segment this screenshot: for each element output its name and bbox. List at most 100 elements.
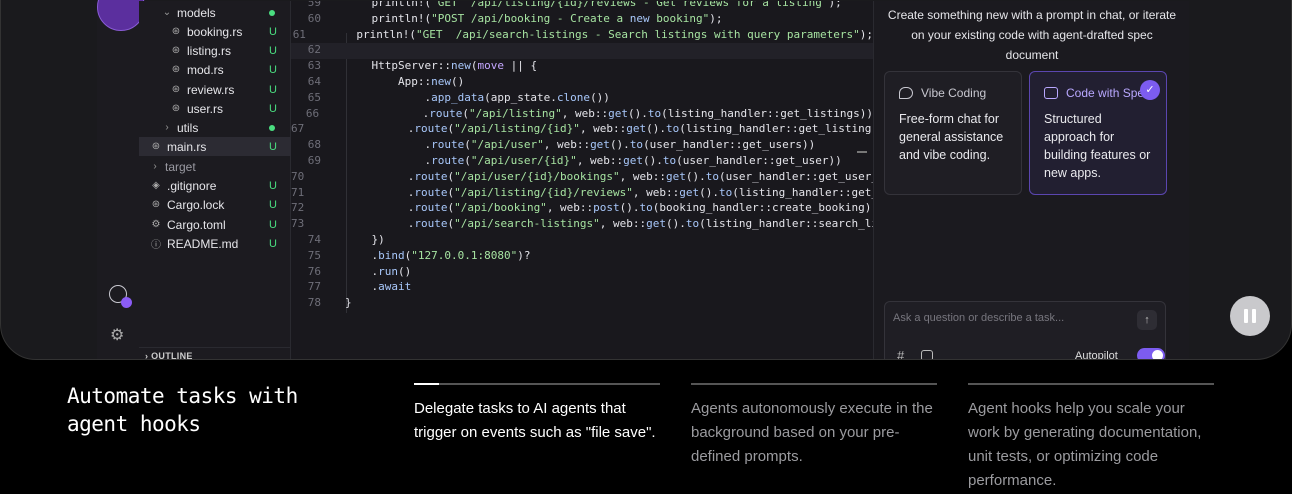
outline-section-header[interactable]: › OUTLINE [139,347,291,360]
pause-icon [1244,309,1248,323]
code-line[interactable]: 70 .route("/api/user/{id}/bookings", web… [291,170,873,186]
hash-context-icon[interactable]: # [897,348,904,359]
explorer-item[interactable]: ⊛ Cargo.lock U [139,195,291,214]
explorer-item[interactable]: ◈ .gitignore U [139,176,291,195]
line-number: 63 [307,59,321,73]
send-arrow-icon[interactable]: ↑ [1137,310,1157,330]
explorer-item[interactable]: ⊛ listing.rs U [139,41,291,60]
app-logo-icon [97,0,145,31]
image-attach-icon[interactable] [921,350,933,359]
code-line[interactable]: 77 .await [291,280,873,296]
explorer-item[interactable]: ⊛ user.rs U [139,99,291,118]
file-explorer: ⌄ models ⊛ booking.rs U ⊛ listing.rs U ⊛ mod.rs U ⊛… [139,1,291,360]
explorer-item-label: user.rs [187,101,224,116]
line-number: 78 [307,296,321,310]
line-number: 77 [307,280,321,294]
section-headline: Automate tasks with agent hooks [67,384,298,436]
chat-input[interactable] [893,310,1133,326]
code-line[interactable]: 62 [291,43,873,60]
explorer-item-label: Cargo.toml [167,217,226,232]
line-number: 68 [307,138,321,152]
explorer-item[interactable]: › utils [139,118,291,137]
git-status-badge: U [269,44,277,57]
code-text: .route("/api/user/{id}", web::get().to(u… [345,154,842,167]
pause-button[interactable] [1230,296,1270,336]
ide-window: ⚙ ⌄ models ⊛ booking.rs U ⊛ listing.rs U ⊛ mod.rs… [0,0,1292,360]
autopilot-label: Autopilot [1075,350,1118,360]
code-line[interactable]: 75 .bind("127.0.0.1:8080")? [291,249,873,265]
code-line[interactable]: 68 .route("/api/user", web::get().to(use… [291,138,873,154]
account-icon[interactable] [109,285,132,308]
feature-progress [414,383,660,385]
chevron-right-icon: › [153,161,157,172]
explorer-item-label: mod.rs [187,62,224,77]
feature-text: Agent hooks help you scale your work by … [968,400,1202,489]
code-line[interactable]: 76 .run() [291,265,873,281]
explorer-item[interactable]: ⊛ review.rs U [139,80,291,99]
git-status-badge [269,124,275,131]
explorer-item-label: booking.rs [187,24,243,39]
git-status-badge: U [269,83,277,96]
explorer-item[interactable]: ⊛ mod.rs U [139,60,291,79]
code-line[interactable]: 63 HttpServer::new(move || { [291,59,873,75]
code-line[interactable]: 74 }) [291,233,873,249]
outline-label: OUTLINE [151,351,193,360]
explorer-item[interactable]: ⓘ README.md U [139,234,291,253]
explorer-item-label: review.rs [187,82,235,97]
code-line[interactable]: 59 println!("GET /api/listing/{id}/revie… [291,1,873,12]
code-text: println!("GET /api/search-listings - Sea… [329,27,873,41]
line-number: 70 [291,169,305,183]
chat-panel: Create something new with a prompt in ch… [873,1,1189,360]
line-number: 61 [292,27,306,41]
git-status-badge: U [269,237,277,250]
line-number: 67 [291,122,305,136]
line-number: 62 [307,43,321,57]
explorer-item[interactable]: ⊛ main.rs U [139,137,291,156]
code-line[interactable]: 60 println!("POST /api/booking - Create … [291,12,873,28]
file-icon: ⓘ [151,240,161,251]
card-title: Code with Spec [1066,86,1151,100]
code-line[interactable]: 61 println!("GET /api/search-listings - … [291,28,873,44]
explorer-item-label: .gitignore [167,178,217,193]
code-line[interactable]: 71 .route("/api/listing/{id}/reviews", w… [291,186,873,202]
git-status-badge: U [269,25,277,38]
code-text: .route("/api/user/{id}/bookings", web::g… [328,169,873,183]
explorer-item-label: target [165,159,196,174]
explorer-item[interactable]: ⚙ Cargo.toml U [139,215,291,234]
explorer-item[interactable]: › target [139,157,291,176]
code-line[interactable]: 66 .route("/api/listing", web::get().to(… [291,107,873,123]
code-text: }) [345,233,385,246]
feature-item-3[interactable]: Agent hooks help you scale your work by … [968,383,1214,493]
code-text: App::new() [345,75,465,88]
explorer-item[interactable]: ⌄ models [139,3,291,22]
line-number: 73 [291,217,305,231]
card-description: Free-form chat for general assistance an… [899,112,1004,162]
code-line[interactable]: 69 .route("/api/user/{id}", web::get().t… [291,154,873,170]
code-editor[interactable]: 59 println!("GET /api/listing/{id}/revie… [291,1,873,359]
git-status-badge: U [269,63,277,76]
feature-item-2[interactable]: Agents autonomously execute in the backg… [691,383,937,469]
autopilot-toggle[interactable] [1137,348,1165,359]
explorer-item[interactable]: ⊛ booking.rs U [139,22,291,41]
git-status-badge: U [269,179,277,192]
file-icon: ⊛ [171,26,181,37]
chevron-right-icon: › [165,122,169,133]
explorer-item-label: main.rs [167,139,207,154]
code-line[interactable]: 64 App::new() [291,75,873,91]
feature-item-1[interactable]: Delegate tasks to AI agents that trigger… [414,383,660,445]
code-line[interactable]: 67 .route("/api/listing/{id}", web::get(… [291,122,873,138]
gear-icon[interactable]: ⚙ [110,325,124,345]
explorer-item-label: listing.rs [187,43,232,58]
code-line[interactable]: 72 .route("/api/booking", web::post().to… [291,201,873,217]
code-line[interactable]: 78} [291,296,873,312]
code-line[interactable]: 65 .app_data(app_state.clone()) [291,91,873,107]
chevron-down-icon: ⌄ [162,7,172,18]
git-status-badge [269,9,275,16]
code-line[interactable]: 73 .route("/api/search-listings", web::g… [291,217,873,233]
line-number: 69 [307,154,321,167]
vibe-coding-card[interactable]: Vibe Coding Free-form chat for general a… [884,71,1022,195]
code-text: .route("/api/search-listings", web::get(… [328,217,873,231]
code-text: .app_data(app_state.clone()) [345,90,610,104]
code-with-spec-card[interactable]: Code with Spec Structured approach for b… [1029,71,1167,195]
code-text: .route("/api/listing/{id}/reviews", web:… [328,185,873,199]
